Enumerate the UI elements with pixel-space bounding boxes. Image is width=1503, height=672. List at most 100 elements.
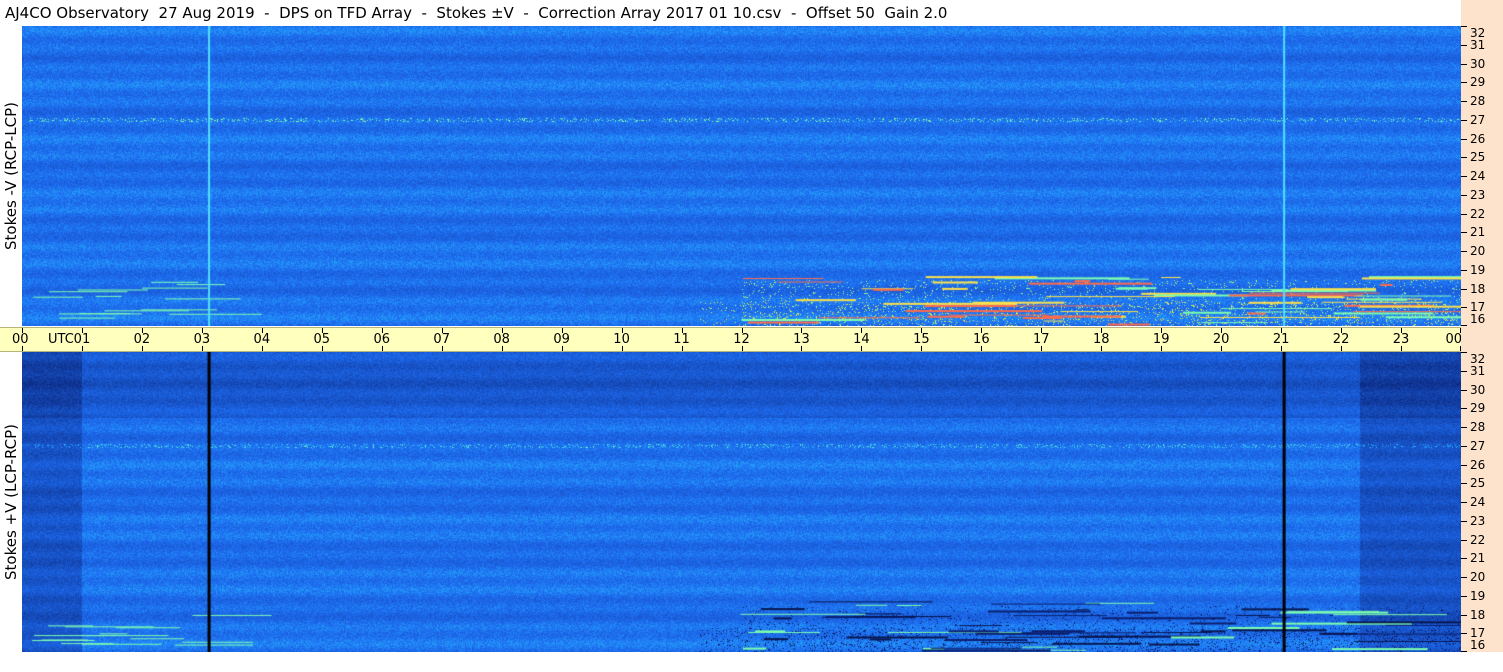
panel-bottom-ylabel: Stokes +V (LCP-RCP) — [0, 352, 22, 652]
freq-tick-label: 27 — [1470, 112, 1486, 127]
freq-axis-bottom: 16 17 18 19 20 21 22 23 24 25 26 27 28 29 30 31 32 — [1461, 352, 1503, 652]
freq-tick-17 — [1461, 633, 1467, 635]
time-tick-label: 16 — [973, 332, 990, 347]
time-tick-label: 18 — [1092, 332, 1110, 347]
freq-tick-21 — [1461, 558, 1467, 560]
time-axis: 00 01 02 03 04 05 06 07 08 09 10 11 12 13 14 15 16 17 18 19… — [0, 327, 1499, 352]
time-tick-label: 10 — [613, 332, 630, 347]
freq-tick-label: 17 — [1470, 300, 1486, 315]
freq-tick-label: 28 — [1470, 420, 1486, 434]
time-tick-label: 04 — [253, 332, 271, 347]
freq-tick-label: 27 — [1470, 438, 1486, 453]
time-tick-label: 08 — [493, 332, 510, 347]
time-tick-label: 02 — [133, 332, 151, 347]
freq-tick-label: 19 — [1470, 588, 1486, 603]
freq-tick-23 — [1461, 520, 1467, 522]
time-tick-label: 17 — [1033, 332, 1050, 347]
time-tick-label: 11 — [673, 332, 690, 347]
time-tick-label: 05 — [313, 332, 331, 347]
panel-top-ylabel: Stokes -V (RCP-LCP) — [0, 26, 22, 326]
freq-axis-top: 16 17 18 19 20 21 22 23 24 25 26 27 28 29 30 31 32 — [1461, 26, 1503, 326]
freq-tick-label: 25 — [1470, 476, 1486, 491]
freq-tick-label: 22 — [1470, 532, 1486, 547]
freq-tick-31 — [1461, 44, 1467, 46]
freq-tick-18 — [1461, 614, 1467, 616]
panel-bottom-ylabel-text: Stokes +V (LCP-RCP) — [2, 424, 20, 580]
freq-tick-label: 30 — [1470, 382, 1486, 397]
time-tick-label: 23 — [1392, 332, 1410, 347]
freq-tick-label: 28 — [1470, 94, 1486, 108]
freq-tick-25 — [1461, 483, 1467, 485]
time-tick-label: 01 — [73, 332, 91, 347]
time-tick-label: 07 — [433, 332, 450, 347]
freq-tick-16 — [1461, 651, 1467, 652]
freq-tick-label: 23 — [1470, 513, 1486, 528]
time-axis-utc-label: UTC — [48, 332, 74, 347]
freq-tick-20 — [1461, 577, 1467, 578]
freq-tick-label: 21 — [1470, 225, 1486, 240]
spectrogram-bottom-panel — [22, 352, 1461, 652]
freq-tick-label: 26 — [1470, 131, 1486, 146]
freq-tick-32 — [1461, 352, 1467, 353]
freq-tick-label: 18 — [1470, 281, 1486, 296]
freq-tick-label: 29 — [1470, 75, 1486, 90]
freq-tick-20 — [1461, 251, 1467, 252]
time-tick-label: 09 — [553, 332, 570, 347]
time-tick-label: 00 — [12, 332, 29, 347]
freq-tick-23 — [1461, 194, 1467, 196]
freq-tick-19 — [1461, 269, 1467, 271]
freq-tick-label: 21 — [1470, 551, 1486, 566]
time-tick-label: 14 — [853, 332, 870, 347]
time-tick-label: 06 — [373, 332, 391, 347]
freq-tick-21 — [1461, 232, 1467, 234]
freq-axis-top-cap — [1461, 0, 1503, 26]
freq-tick-29 — [1461, 408, 1467, 410]
chart-title: AJ4CO Observatory 27 Aug 2019 - DPS on T… — [5, 4, 948, 22]
freq-tick-label: 20 — [1470, 244, 1486, 258]
spectrogram-top-panel — [22, 26, 1461, 326]
freq-tick-17 — [1461, 307, 1467, 309]
freq-tick-27 — [1461, 445, 1467, 447]
freq-tick-30 — [1461, 389, 1467, 391]
freq-tick-label: 29 — [1470, 401, 1486, 416]
time-tick-label: 20 — [1212, 332, 1230, 347]
freq-tick-label: 30 — [1470, 56, 1486, 71]
time-tick-label: 03 — [193, 332, 211, 347]
time-tick-label: 13 — [793, 332, 810, 347]
freq-tick-31 — [1461, 370, 1467, 372]
freq-tick-22 — [1461, 539, 1467, 541]
freq-tick-28 — [1461, 427, 1467, 428]
time-tick-label: 12 — [733, 332, 750, 347]
freq-tick-28 — [1461, 101, 1467, 102]
freq-tick-24 — [1461, 176, 1467, 177]
spectrogram-bottom-canvas — [22, 352, 1461, 652]
freq-tick-26 — [1461, 464, 1467, 466]
freq-tick-label: 20 — [1470, 570, 1486, 584]
freq-tick-26 — [1461, 138, 1467, 140]
freq-axis-mid-cap — [1461, 326, 1503, 353]
time-tick-label: 19 — [1152, 332, 1170, 347]
freq-tick-18 — [1461, 288, 1467, 290]
time-tick-label: 15 — [913, 332, 930, 347]
freq-tick-label: 17 — [1470, 626, 1486, 641]
freq-tick-24 — [1461, 502, 1467, 503]
freq-tick-label: 32 — [1470, 26, 1486, 40]
time-tick-label: 00 — [1445, 332, 1462, 347]
panel-top-ylabel-text: Stokes -V (RCP-LCP) — [2, 102, 20, 250]
freq-tick-27 — [1461, 119, 1467, 121]
freq-tick-label: 25 — [1470, 150, 1486, 165]
freq-tick-30 — [1461, 63, 1467, 65]
freq-tick-29 — [1461, 82, 1467, 84]
freq-tick-label: 26 — [1470, 457, 1486, 472]
freq-tick-label: 18 — [1470, 607, 1486, 622]
freq-tick-label: 23 — [1470, 187, 1486, 202]
freq-tick-label: 32 — [1470, 352, 1486, 366]
freq-tick-label: 24 — [1470, 169, 1486, 183]
freq-tick-19 — [1461, 595, 1467, 597]
freq-tick-label: 19 — [1470, 262, 1486, 277]
freq-tick-32 — [1461, 26, 1467, 27]
freq-tick-25 — [1461, 157, 1467, 159]
time-tick-label: 21 — [1272, 332, 1290, 347]
freq-tick-label: 24 — [1470, 495, 1486, 509]
time-tick-label: 22 — [1332, 332, 1350, 347]
